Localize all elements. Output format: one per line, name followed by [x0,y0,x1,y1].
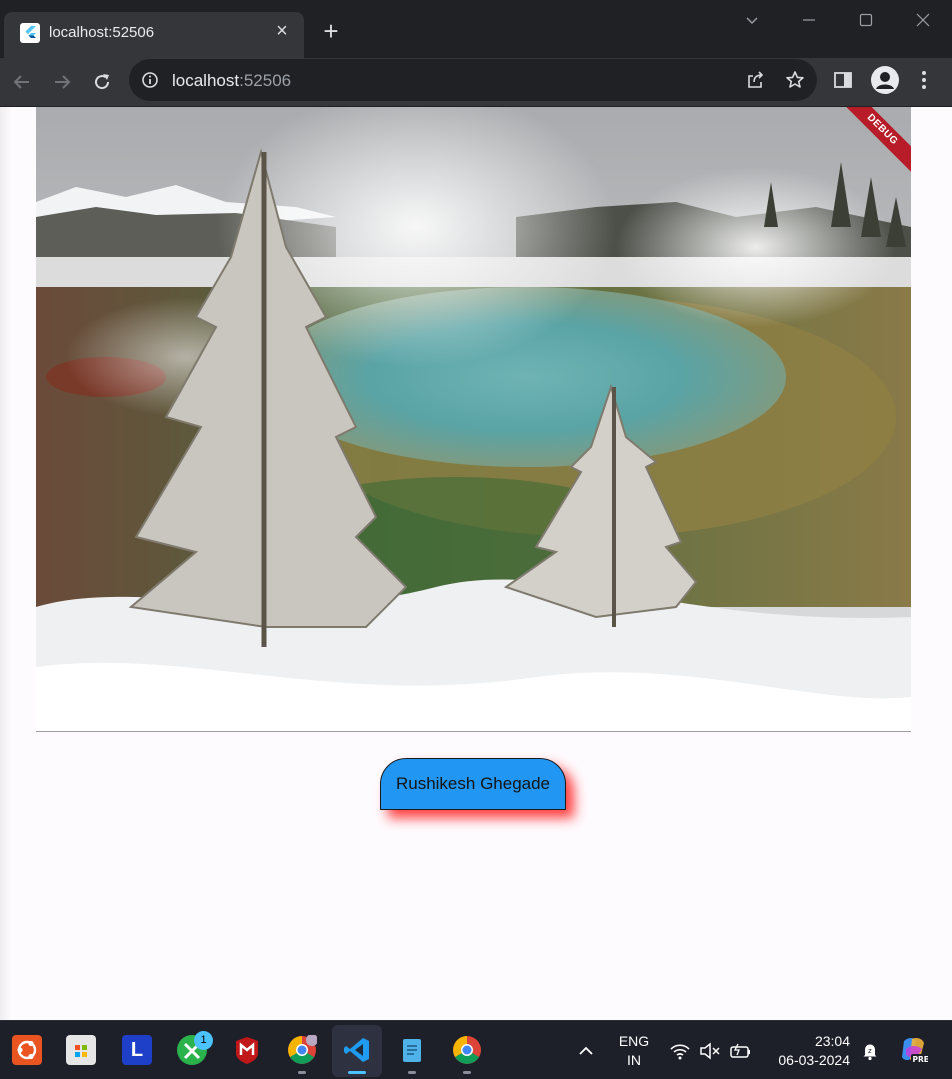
back-icon[interactable] [8,68,36,96]
notepad-running-indicator [408,1071,416,1074]
wifi-icon[interactable] [669,1041,691,1066]
windows-taskbar: L 1 ENG IN 23:04 06-03-2024 z PRE [0,1020,952,1079]
reload-icon[interactable] [88,68,116,96]
vscode-icon[interactable] [342,1035,372,1065]
clock-date: 06-03-2024 [778,1052,850,1068]
browser-menu-icon[interactable] [914,68,934,97]
tab-strip: localhost:52506 × + [0,0,952,58]
chrome-profile-running-indicator [298,1071,306,1074]
xbox-notification-badge: 1 [194,1031,213,1050]
address-bar[interactable]: localhost:52506 [129,59,817,101]
browser-tab[interactable]: localhost:52506 × [4,12,304,58]
notepad-icon[interactable] [397,1035,427,1065]
chrome-icon[interactable] [452,1035,482,1065]
url-port: :52506 [239,71,292,90]
tab-close-icon[interactable]: × [270,20,294,44]
tab-title: localhost:52506 [49,24,155,41]
rushikesh-ghegade-button[interactable]: Rushikesh Ghegade [380,758,566,810]
language-code: ENG [618,1033,650,1049]
speaker-muted-icon[interactable] [699,1041,721,1066]
chrome-profile-icon[interactable] [287,1034,318,1065]
battery-charging-icon[interactable] [729,1041,753,1066]
clock-time: 23:04 [814,1033,850,1049]
url-host: localhost [172,71,240,90]
side-panel-icon[interactable] [833,70,853,95]
language-indicator[interactable]: ENG IN [614,1032,654,1070]
bookmark-star-icon[interactable] [785,70,805,95]
notifications-bell-icon[interactable]: z [860,1041,880,1066]
url-text: localhost:52506 [172,71,291,91]
page-edge-shadow [0,107,12,1020]
minimize-icon[interactable] [789,6,829,34]
chrome-running-indicator [463,1071,471,1074]
copilot-badge: PRE [913,1055,929,1064]
hot-spring-image: DEBUG [36,107,911,732]
copilot-icon[interactable]: PRE [898,1035,929,1065]
tab-search-icon[interactable] [732,6,772,34]
show-hidden-icons-chevron-icon[interactable] [576,1041,596,1066]
browser-toolbar: localhost:52506 [0,58,952,106]
flutter-app-page: DEBUG Rushikesh Ghegade [0,107,952,1020]
svg-text:z: z [868,1047,872,1055]
share-icon[interactable] [745,70,765,95]
microsoft-store-icon[interactable] [66,1035,96,1065]
mcafee-icon[interactable] [232,1035,262,1065]
ubuntu-icon[interactable] [12,1035,42,1065]
forward-icon[interactable] [48,68,76,96]
region-code: IN [627,1052,641,1068]
site-info-icon[interactable] [141,71,159,94]
flutter-icon [20,23,40,43]
maximize-icon[interactable] [846,6,886,34]
system-clock[interactable]: 23:04 06-03-2024 [766,1032,850,1070]
vscode-active-indicator [348,1071,366,1074]
new-tab-button[interactable]: + [318,18,344,45]
l-app-icon[interactable]: L [122,1035,152,1065]
close-window-icon[interactable] [903,6,943,34]
profile-avatar-icon[interactable] [871,66,899,94]
